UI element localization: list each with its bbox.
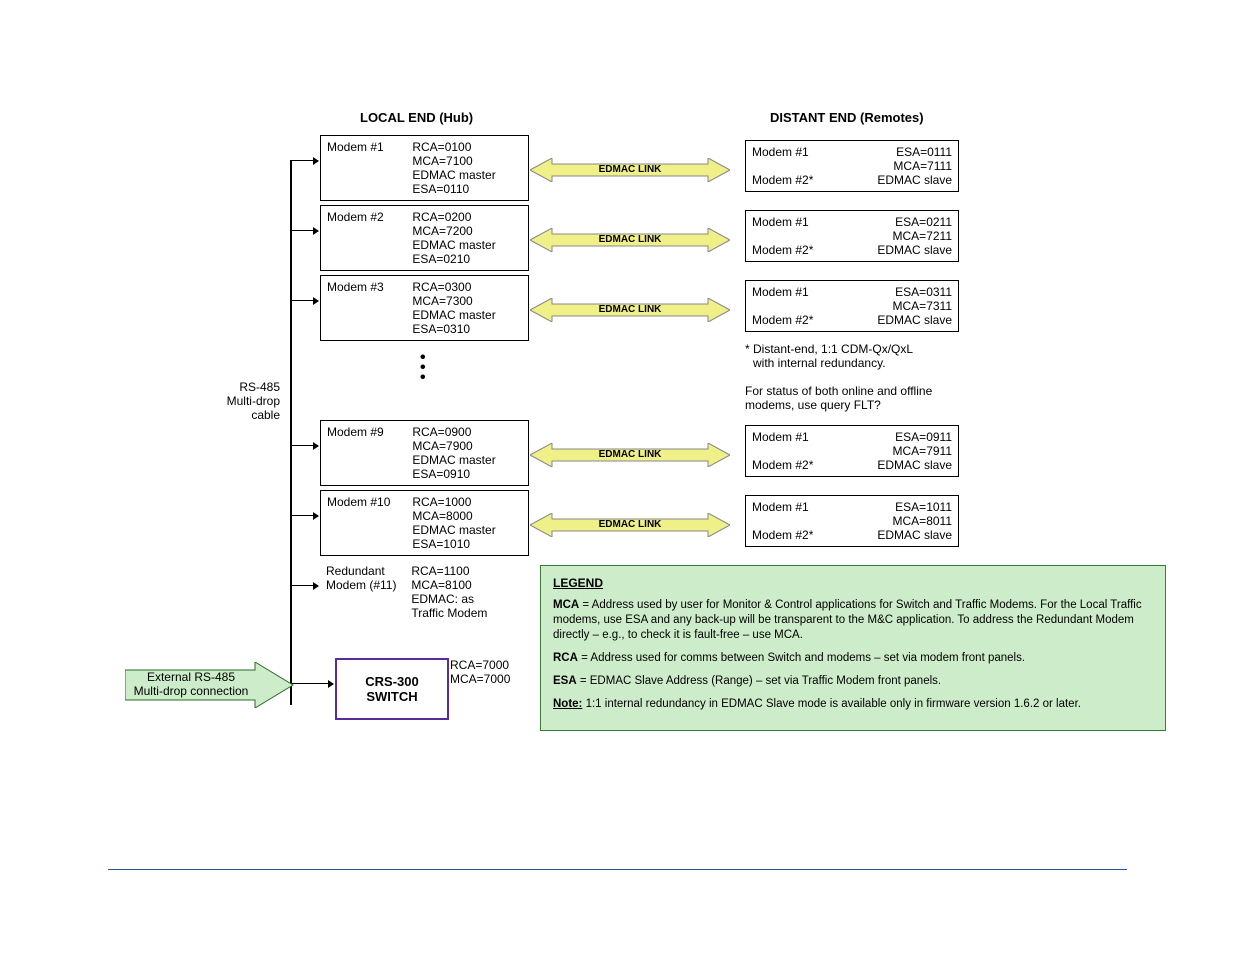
page: LOCAL END (Hub) DISTANT END (Remotes) RS… bbox=[0, 0, 1235, 954]
wire bbox=[290, 445, 318, 446]
wire bbox=[290, 160, 318, 161]
legend-title: LEGEND bbox=[553, 576, 1153, 590]
local-modem-10: Modem #10 RCA=1000MCA=8000EDMAC masterES… bbox=[320, 490, 529, 556]
local-modem-9: Modem #9 RCA=0900MCA=7900EDMAC masterESA… bbox=[320, 420, 529, 486]
local-modem-2: Modem #2 RCA=0200MCA=7200EDMAC masterESA… bbox=[320, 205, 529, 271]
wire bbox=[290, 300, 318, 301]
header-distant: DISTANT END (Remotes) bbox=[770, 110, 924, 125]
remote-modem-4: Modem #1ESA=0911 MCA=7911 Modem #2*EDMAC… bbox=[745, 425, 959, 477]
wire bbox=[290, 230, 318, 231]
wire bbox=[290, 585, 318, 586]
remote-modem-3: Modem #1ESA=0311 MCA=7311 Modem #2*EDMAC… bbox=[745, 280, 959, 332]
external-rs485-arrow: External RS-485 Multi-drop connection bbox=[125, 662, 295, 708]
edmac-link-4: EDMAC LINK bbox=[530, 443, 730, 467]
rs485-cable-label: RS-485Multi-dropcable bbox=[225, 380, 280, 422]
rs485-bus-line bbox=[290, 160, 292, 705]
crs300-switch-box: CRS-300 SWITCH bbox=[335, 658, 449, 720]
header-local: LOCAL END (Hub) bbox=[360, 110, 473, 125]
wire bbox=[290, 515, 318, 516]
edmac-link-3: EDMAC LINK bbox=[530, 298, 730, 322]
footer-rule bbox=[108, 869, 1127, 870]
distant-end-note: * Distant-end, 1:1 CDM-Qx/QxL with inter… bbox=[745, 342, 932, 412]
ellipsis-dots: ••• bbox=[420, 353, 426, 383]
remote-modem-5: Modem #1ESA=1011 MCA=8011 Modem #2*EDMAC… bbox=[745, 495, 959, 547]
remote-modem-2: Modem #1ESA=0211 MCA=7211 Modem #2*EDMAC… bbox=[745, 210, 959, 262]
local-modem-3: Modem #3 RCA=0300MCA=7300EDMAC masterESA… bbox=[320, 275, 529, 341]
wire bbox=[290, 683, 333, 684]
edmac-link-2: EDMAC LINK bbox=[530, 228, 730, 252]
switch-params: RCA=7000 MCA=7000 bbox=[450, 658, 510, 686]
legend-box: LEGEND MCA = Address used by user for Mo… bbox=[540, 565, 1166, 731]
local-modem-1: Modem #1 RCA=0100MCA=7100EDMAC masterESA… bbox=[320, 135, 529, 201]
remote-modem-1: Modem #1ESA=0111 MCA=7111 Modem #2*EDMAC… bbox=[745, 140, 959, 192]
redundant-modem: Redundant Modem (#11) RCA=1100MCA=8100ED… bbox=[320, 560, 527, 624]
edmac-link-1: EDMAC LINK bbox=[530, 158, 730, 182]
edmac-link-5: EDMAC LINK bbox=[530, 513, 730, 537]
